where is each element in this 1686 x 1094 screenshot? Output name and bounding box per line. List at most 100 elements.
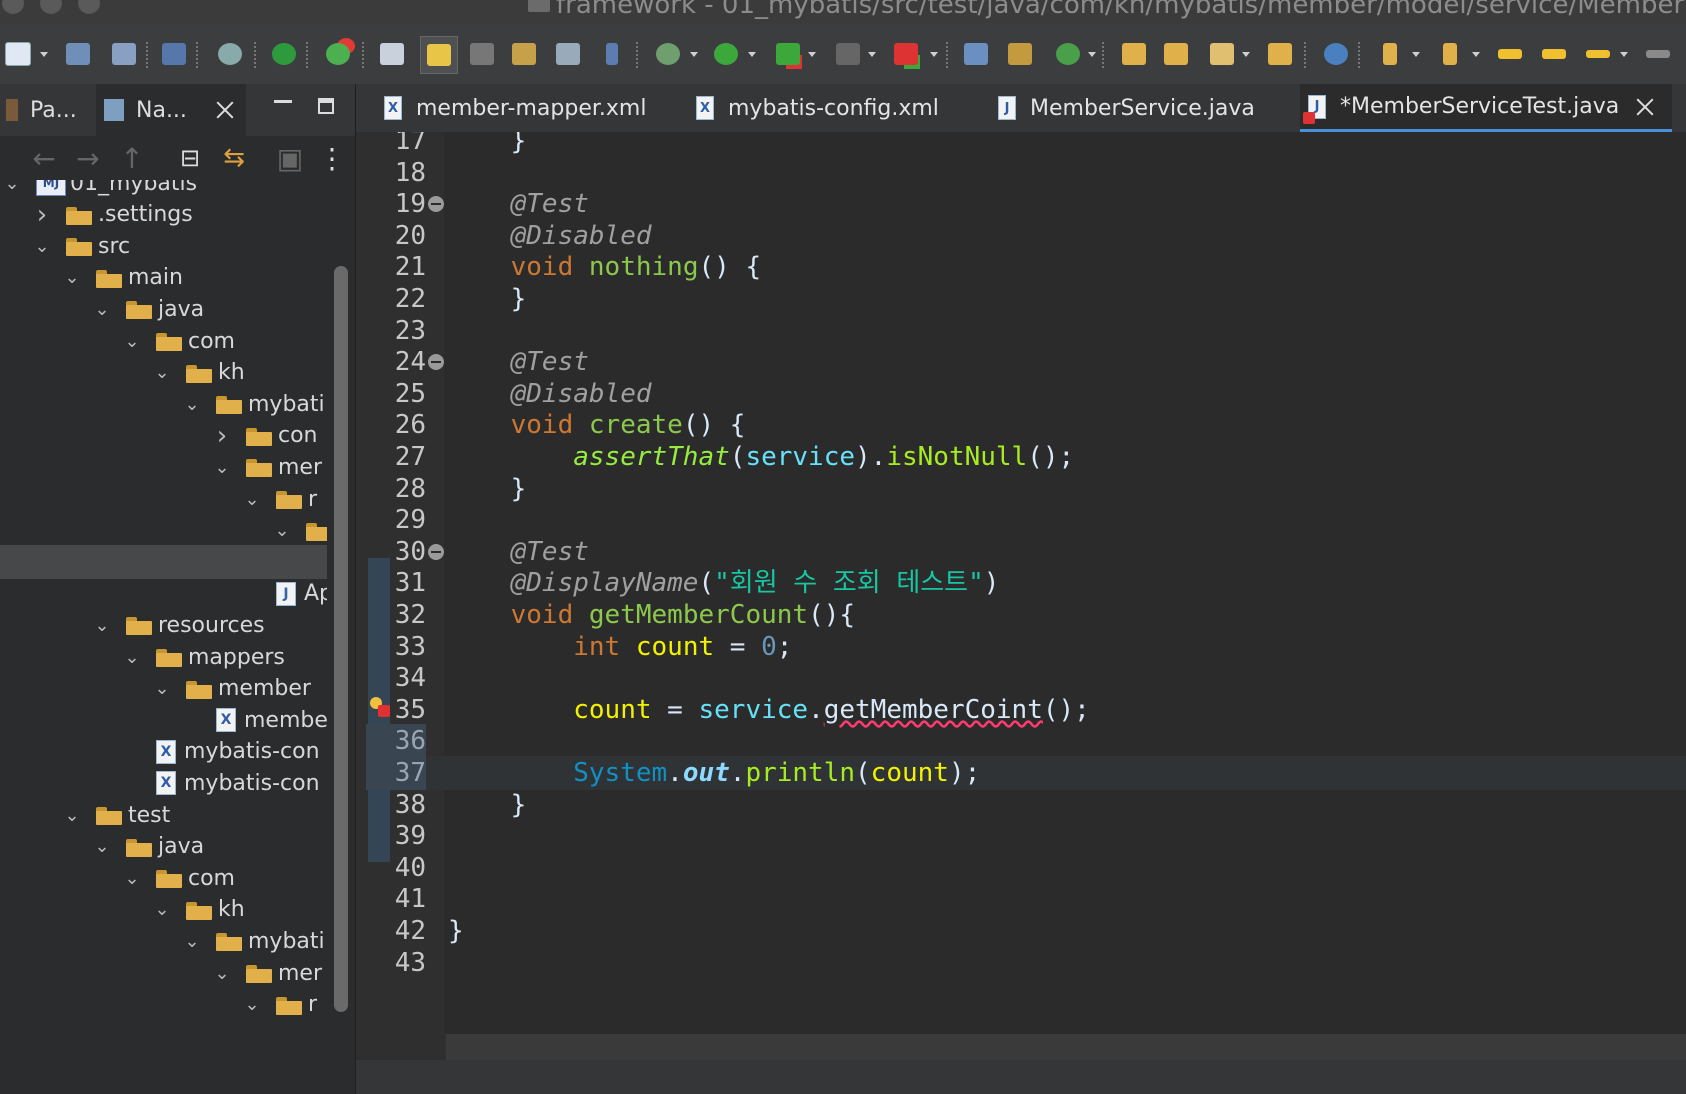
save-icon[interactable] bbox=[62, 38, 94, 70]
code-line[interactable]: 18 bbox=[366, 156, 1686, 190]
next-annotation-dropdown-icon[interactable] bbox=[1412, 52, 1420, 57]
code-line[interactable]: 35 count = service.getMemberCoint(); bbox=[366, 693, 1686, 727]
chevron-down-icon[interactable]: ⌄ bbox=[62, 805, 82, 826]
zoom-window-icon[interactable] bbox=[78, 0, 100, 14]
code-line[interactable]: 38 } bbox=[366, 788, 1686, 822]
fold-collapse-icon[interactable] bbox=[428, 543, 444, 560]
code-line[interactable]: 33 int count = 0; bbox=[366, 630, 1686, 664]
chevron-down-icon[interactable]: ⌄ bbox=[152, 899, 172, 920]
open-type-icon[interactable] bbox=[376, 38, 408, 70]
tab-package-explorer[interactable]: Pa... bbox=[6, 84, 90, 136]
code-line[interactable]: 20 @Disabled bbox=[366, 219, 1686, 253]
code-line[interactable]: 22 } bbox=[366, 282, 1686, 316]
chevron-down-icon[interactable]: ⌄ bbox=[182, 931, 202, 952]
chevron-right-icon[interactable]: › bbox=[32, 200, 52, 230]
chevron-down-icon[interactable]: ⌄ bbox=[92, 615, 112, 636]
pilcrow-icon[interactable] bbox=[596, 38, 628, 70]
forward-arrow-icon[interactable]: → bbox=[74, 142, 102, 175]
collapse-all-icon[interactable]: ⊟ bbox=[176, 144, 204, 172]
debug-dropdown-icon[interactable] bbox=[690, 52, 698, 57]
quickfix-error-icon[interactable] bbox=[370, 696, 390, 717]
new-java-project-icon[interactable] bbox=[960, 38, 992, 70]
chevron-down-icon[interactable]: ⌄ bbox=[212, 457, 232, 478]
debug-icon[interactable] bbox=[652, 38, 684, 70]
tab-mybatis-config-xml[interactable]: X mybatis-config.xml bbox=[696, 84, 976, 132]
chevron-down-icon[interactable]: ⌄ bbox=[242, 489, 262, 510]
code-line[interactable]: 31 @DisplayName("회원 수 조회 테스트") bbox=[366, 566, 1686, 600]
chevron-down-icon[interactable]: ⌄ bbox=[152, 362, 172, 383]
code-line[interactable]: 40 bbox=[366, 851, 1686, 885]
code-line[interactable]: 39 bbox=[366, 819, 1686, 853]
tree-item[interactable]: ⌄ com bbox=[0, 324, 327, 358]
forward-edit-icon[interactable] bbox=[1538, 38, 1570, 70]
tree-item[interactable]: › .settings bbox=[0, 198, 327, 232]
tab-member-service-java[interactable]: J MemberService.java bbox=[998, 84, 1288, 132]
tree-item[interactable]: ⌄ mer bbox=[0, 450, 327, 484]
chevron-down-icon[interactable]: ⌄ bbox=[122, 868, 142, 889]
chevron-down-icon[interactable]: ⌄ bbox=[272, 520, 292, 541]
minimize-icon[interactable] bbox=[274, 100, 292, 103]
open-resource-icon[interactable] bbox=[1264, 38, 1296, 70]
tab-navigator[interactable]: Na... bbox=[96, 84, 246, 136]
tree-item[interactable]: ⌄ kh bbox=[0, 356, 327, 390]
tree-item[interactable]: ⌄ bbox=[0, 514, 327, 548]
coverage-dropdown-icon[interactable] bbox=[808, 52, 816, 57]
back-icon[interactable] bbox=[1582, 38, 1614, 70]
code-line[interactable]: 41 bbox=[366, 882, 1686, 916]
link-with-editor-icon[interactable]: ⇆ bbox=[220, 143, 248, 173]
toggle-block-icon[interactable] bbox=[466, 38, 498, 70]
last-edit-icon[interactable] bbox=[1494, 38, 1526, 70]
code-line[interactable]: 34 bbox=[366, 661, 1686, 695]
stop-dropdown-icon[interactable] bbox=[868, 52, 876, 57]
chevron-down-icon[interactable]: ⌄ bbox=[182, 394, 202, 415]
tree-item[interactable]: ⌄ test bbox=[0, 798, 327, 832]
web-browser-icon[interactable] bbox=[1320, 38, 1352, 70]
stop-icon[interactable] bbox=[832, 38, 864, 70]
new-package-icon[interactable] bbox=[1004, 38, 1036, 70]
tree-item[interactable]: Xmembe bbox=[0, 703, 327, 737]
view-menu-icon[interactable]: ⋮ bbox=[318, 142, 346, 175]
tree-item[interactable]: J App bbox=[0, 577, 327, 611]
code-editor[interactable]: 17 } 18 19 @Test 20 @Disabled 21 void nothin… bbox=[366, 132, 1686, 1034]
code-line[interactable]: 19 @Test bbox=[366, 187, 1686, 221]
run-dropdown-icon[interactable] bbox=[748, 52, 756, 57]
chevron-down-icon[interactable]: ⌄ bbox=[32, 236, 52, 257]
previous-annotation-icon[interactable] bbox=[1434, 38, 1466, 70]
code-line[interactable]: 43 bbox=[366, 946, 1686, 980]
tree-item[interactable]: ⌄ java bbox=[0, 292, 327, 326]
word-wrap-icon[interactable] bbox=[508, 38, 540, 70]
open-task-icon[interactable] bbox=[1160, 38, 1192, 70]
code-line[interactable]: 30 @Test bbox=[366, 535, 1686, 569]
previous-annotation-dropdown-icon[interactable] bbox=[1472, 52, 1480, 57]
tree-item[interactable]: ⌄ src bbox=[0, 229, 327, 263]
back-dropdown-icon[interactable] bbox=[1620, 52, 1628, 57]
tree-item[interactable]: ⌄ r bbox=[0, 482, 327, 516]
fold-collapse-icon[interactable] bbox=[428, 354, 444, 371]
tree-item[interactable]: ⌄ mer bbox=[0, 956, 327, 990]
tree-item[interactable]: ⌄ main bbox=[0, 261, 327, 295]
minimize-window-icon[interactable] bbox=[40, 0, 62, 14]
code-line[interactable]: 29 bbox=[366, 503, 1686, 537]
code-line[interactable]: 17 } bbox=[366, 132, 1686, 158]
code-line[interactable]: 21 void nothing() { bbox=[366, 250, 1686, 284]
tab-member-service-test-java[interactable]: J *MemberServiceTest.java bbox=[1300, 84, 1672, 132]
tree-item[interactable]: Xmybatis-con bbox=[0, 735, 327, 769]
tree-item[interactable]: ⌄ resources bbox=[0, 608, 327, 642]
search-icon[interactable] bbox=[1206, 38, 1238, 70]
chevron-down-icon[interactable]: ⌄ bbox=[92, 299, 112, 320]
back-arrow-icon[interactable]: ← bbox=[30, 142, 58, 175]
code-line[interactable]: 25 @Disabled bbox=[366, 377, 1686, 411]
code-line[interactable]: 42} bbox=[366, 914, 1686, 948]
chevron-down-icon[interactable]: ⌄ bbox=[2, 180, 22, 194]
tree-item[interactable]: ⌄ member bbox=[0, 672, 327, 706]
chevron-down-icon[interactable]: ⌄ bbox=[122, 331, 142, 352]
code-line[interactable]: 37 System.out.println(count); bbox=[366, 756, 1686, 790]
chevron-right-icon[interactable]: › bbox=[212, 421, 232, 451]
next-annotation-icon[interactable] bbox=[1374, 38, 1406, 70]
tasks-icon[interactable] bbox=[322, 38, 354, 70]
editor-horizontal-scrollbar[interactable] bbox=[446, 1034, 1686, 1060]
tree-item[interactable]: ⌄ mybati bbox=[0, 924, 327, 958]
tree-item[interactable]: › con bbox=[0, 419, 327, 453]
up-folder-icon[interactable]: ↑ bbox=[118, 142, 146, 175]
new-class-icon[interactable] bbox=[1052, 38, 1084, 70]
